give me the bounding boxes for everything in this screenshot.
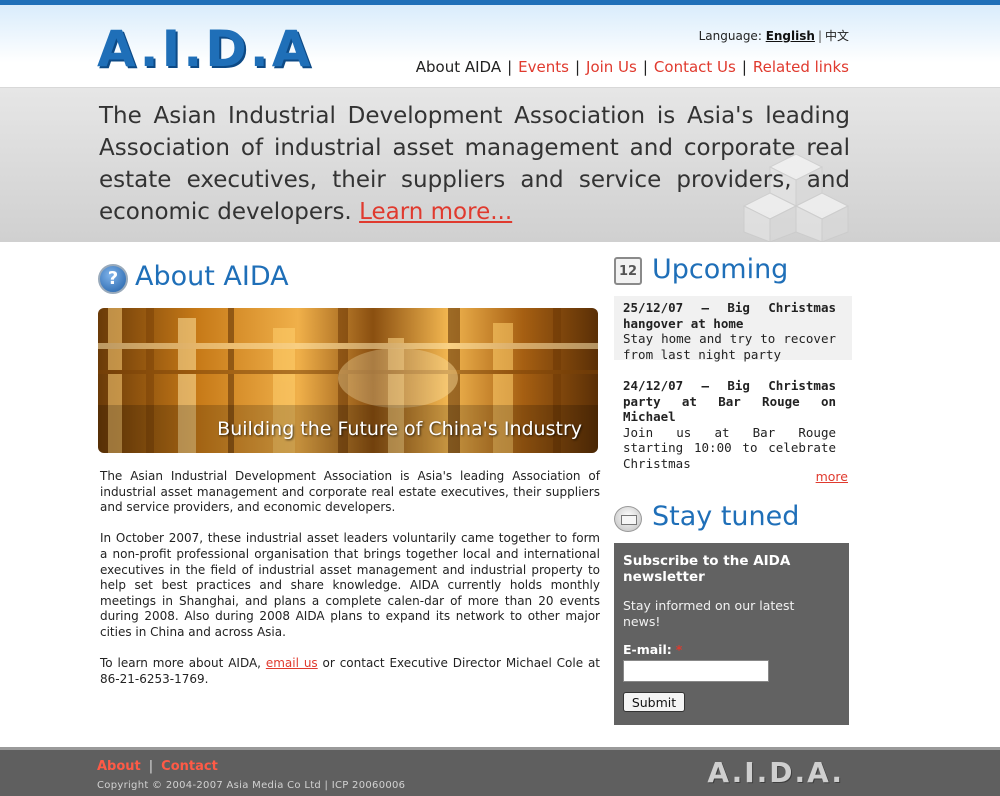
newsletter-box: Subscribe to the AIDA newsletter Stay in… [614,543,849,725]
envelope-icon [614,506,642,532]
stay-tuned-title: Stay tuned [652,501,800,532]
event-description: Join us at Bar Rouge starting 10:00 to c… [623,424,836,471]
calendar-icon: 12 [614,257,642,285]
nav-separator: | [507,58,513,76]
copyright-text: Copyright © 2004-2007 Asia Media Co Ltd … [97,780,406,791]
language-label: Language: [698,29,762,43]
event-title: 24/12/07 – Big Christmas party at Bar Ro… [623,378,836,425]
language-separator: | [817,29,822,43]
required-mark: * [675,642,683,657]
question-icon: ? [98,264,128,294]
newsletter-description: Stay informed on our latest news! [623,598,795,629]
event-title: 25/12/07 – Big Christmas hangover at hom… [623,300,836,331]
header: A.I.D.A Language: English | 中文 About AIDA |… [0,5,1000,88]
event-item[interactable]: 24/12/07 – Big Christmas party at Bar Ro… [614,374,852,471]
email-label: E-mail: * [623,642,682,657]
more-events-link[interactable]: more [816,469,848,484]
about-title: About AIDA [135,261,289,292]
nav-about-aida[interactable]: About AIDA [416,58,501,76]
logo-text: A.I.D.A [97,20,314,78]
event-item[interactable]: 25/12/07 – Big Christmas hangover at hom… [614,296,852,362]
main-nav: About AIDA | Events | Join Us | Contact Us | Rel… [416,58,849,76]
footer-separator: | [148,759,154,774]
event-description: Stay home and try to recover from last n… [623,331,836,362]
nav-separator: | [574,58,581,76]
about-paragraph: In October 2007, these industrial asset … [100,531,600,639]
nav-separator: | [642,58,648,76]
language-switcher: Language: English | 中文 [699,27,849,44]
language-english-link[interactable]: English [766,29,815,43]
nav-related-links[interactable]: Related links [753,58,849,76]
nav-separator: | [741,58,747,76]
nav-join-us[interactable]: Join Us [586,58,637,76]
newsletter-title: Subscribe to the AIDA newsletter [623,553,791,585]
banner-caption: Building the Future of China's Industry [217,418,582,440]
footer-logo: A.I.D.A. [707,756,844,789]
footer-about-link[interactable]: About [97,759,141,774]
industry-banner-image: Building the Future of China's Industry [98,308,598,453]
footer: About | Contact Copyright © 2004-2007 Asia… [0,747,1000,796]
about-contact-paragraph: To learn more about AIDA, email us or co… [100,656,600,687]
about-paragraph: The Asian Industrial Development Associa… [100,469,600,515]
learn-more-link[interactable]: Learn more... [359,199,512,225]
hero-text: The Asian Industrial Development Associa… [99,100,850,228]
footer-contact-link[interactable]: Contact [161,759,218,774]
email-label-text: E-mail: [623,642,672,657]
nav-events[interactable]: Events [518,58,569,76]
email-us-link[interactable]: email us [266,656,318,670]
aida-logo[interactable]: A.I.D.A [97,23,310,75]
about-body: The Asian Industrial Development Associa… [100,469,600,703]
footer-links: About | Contact [97,759,218,774]
hero-banner: The Asian Industrial Development Associa… [0,88,1000,242]
email-field[interactable] [623,660,769,682]
submit-button[interactable]: Submit [623,692,685,712]
language-chinese-link[interactable]: 中文 [825,29,849,43]
contact-text-before: To learn more about AIDA, [100,656,266,671]
nav-contact-us[interactable]: Contact Us [654,58,736,76]
upcoming-title: Upcoming [652,254,789,285]
